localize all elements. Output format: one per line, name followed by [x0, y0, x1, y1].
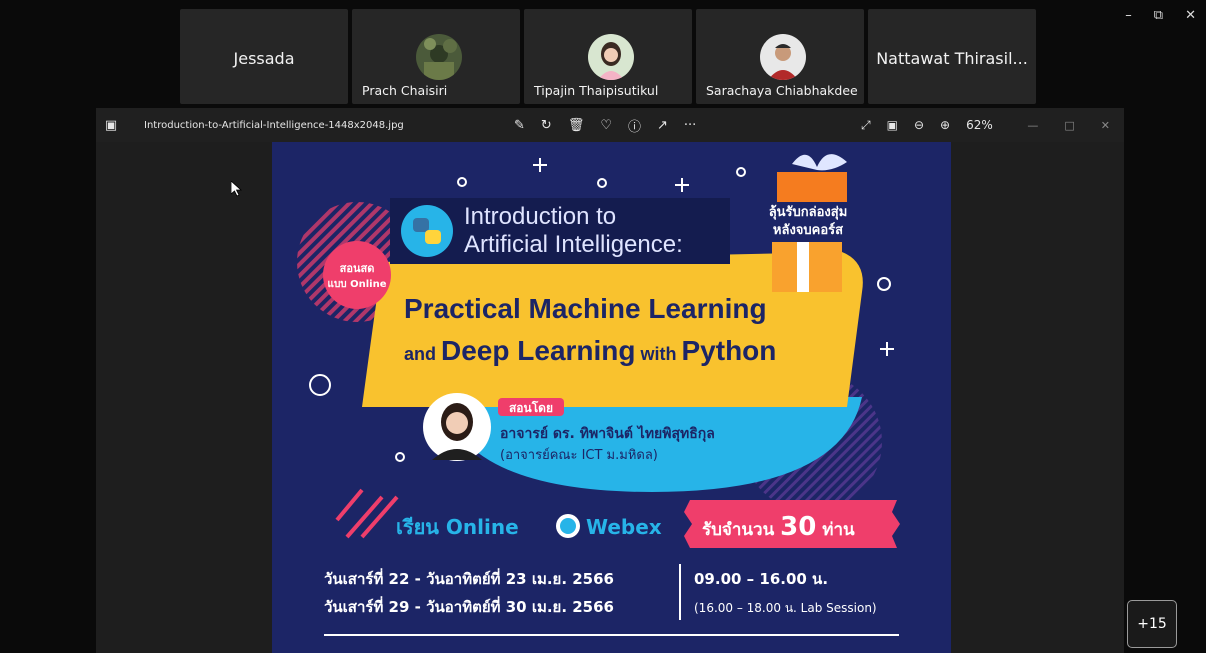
close-icon[interactable]: ✕	[1185, 8, 1196, 23]
participant-name: Sarachaya Chiabhakdee	[706, 83, 858, 98]
edit-icon[interactable]: ✎	[514, 118, 525, 133]
viewer-tools: ✎ ↻ 🗑 ♡ ⓘ ↗ ···	[514, 108, 696, 142]
participant-name: Nattawat Thirasil...	[876, 49, 1028, 68]
taught-by-label: สอนโดย	[509, 400, 553, 415]
gift-line2: หลังจบคอร์ส	[773, 222, 843, 238]
poster-title-line2: Artificial Intelligence:	[464, 231, 683, 258]
participant-tile[interactable]: Jessada	[180, 9, 348, 104]
viewer-close-icon[interactable]: ✕	[1101, 119, 1110, 132]
participant-video	[416, 34, 462, 80]
favorite-icon[interactable]: ♡	[600, 118, 612, 133]
fit-icon[interactable]: ▣	[887, 118, 898, 132]
participant-tile[interactable]: Prach Chaisiri	[352, 9, 520, 104]
poster-main-line1: Practical Machine Learning	[404, 293, 767, 324]
viewer-minimize-icon[interactable]: —	[1027, 119, 1038, 132]
participant-name: Tipajin Thaipisutikul	[534, 83, 659, 98]
participant-strip: Jessada Prach Chaisiri Tipajin Thaipisut…	[180, 9, 1036, 104]
info-icon[interactable]: ⓘ	[628, 116, 641, 135]
rotate-icon[interactable]: ↻	[541, 118, 552, 133]
participant-tile[interactable]: Sarachaya Chiabhakdee	[696, 9, 864, 104]
participant-video	[588, 34, 634, 80]
participant-video	[760, 34, 806, 80]
time-label: 09.00 – 16.00 น.	[694, 570, 828, 588]
date-line2: วันเสาร์ที่ 29 - วันอาทิตย์ที่ 30 เม.ย. …	[324, 596, 614, 616]
file-name: Introduction-to-Artificial-Intelligence-…	[144, 119, 404, 131]
badge-line1: สอนสด	[340, 262, 375, 275]
viewer-right-tools: ⤢ ▣ ⊖ ⊕ 62%	[861, 108, 993, 142]
poster-image: สอนสด แบบ Online ลุ้นรับกล่องสุ่ม หลังจบ…	[272, 142, 951, 653]
zoom-out-icon[interactable]: ⊖	[914, 118, 924, 132]
restore-icon[interactable]: ⧉	[1154, 8, 1163, 23]
participant-tile[interactable]: Tipajin Thaipisutikul	[524, 9, 692, 104]
poster-main-line2: and Deep Learning with Python	[404, 335, 776, 366]
more-participants-button[interactable]: +15	[1127, 600, 1177, 648]
participant-name: Jessada	[233, 49, 295, 68]
delete-icon[interactable]: 🗑	[568, 118, 585, 133]
viewer-toolbar: ▣ Introduction-to-Artificial-Intelligenc…	[96, 108, 1124, 142]
participant-name: Prach Chaisiri	[362, 83, 448, 98]
zoom-level: 62%	[966, 118, 993, 132]
participant-tile[interactable]: Nattawat Thirasil...	[868, 9, 1036, 104]
gift-line1: ลุ้นรับกล่องสุ่ม	[769, 204, 848, 220]
badge-line2: แบบ Online	[328, 279, 387, 290]
minimize-icon[interactable]: –	[1125, 8, 1132, 23]
live-badge	[323, 241, 391, 309]
fullscreen-icon[interactable]: ⤢	[861, 118, 871, 133]
mouse-cursor-icon	[230, 180, 243, 201]
more-icon[interactable]: ···	[684, 118, 696, 133]
share-icon[interactable]: ↗	[657, 118, 668, 133]
teacher-name: อาจารย์ ดร. ทิพาจินต์ ไทยพิสุทธิกุล	[500, 424, 715, 442]
webex-label: Webex	[586, 515, 662, 539]
photos-app-icon: ▣	[104, 117, 118, 133]
learn-online-label: เรียน Online	[396, 515, 519, 539]
viewer-window-controls: — □ ✕	[1027, 108, 1110, 142]
teacher-affiliation: (อาจารย์คณะ ICT ม.มหิดล)	[500, 447, 658, 463]
date-line1: วันเสาร์ที่ 22 - วันอาทิตย์ที่ 23 เม.ย. …	[324, 568, 614, 588]
window-controls: – ⧉ ✕	[1125, 8, 1196, 23]
zoom-in-icon[interactable]: ⊕	[940, 118, 950, 132]
lab-session-label: (16.00 – 18.00 น. Lab Session)	[694, 601, 877, 615]
viewer-restore-icon[interactable]: □	[1064, 119, 1074, 132]
poster-title-line1: Introduction to	[464, 203, 616, 230]
